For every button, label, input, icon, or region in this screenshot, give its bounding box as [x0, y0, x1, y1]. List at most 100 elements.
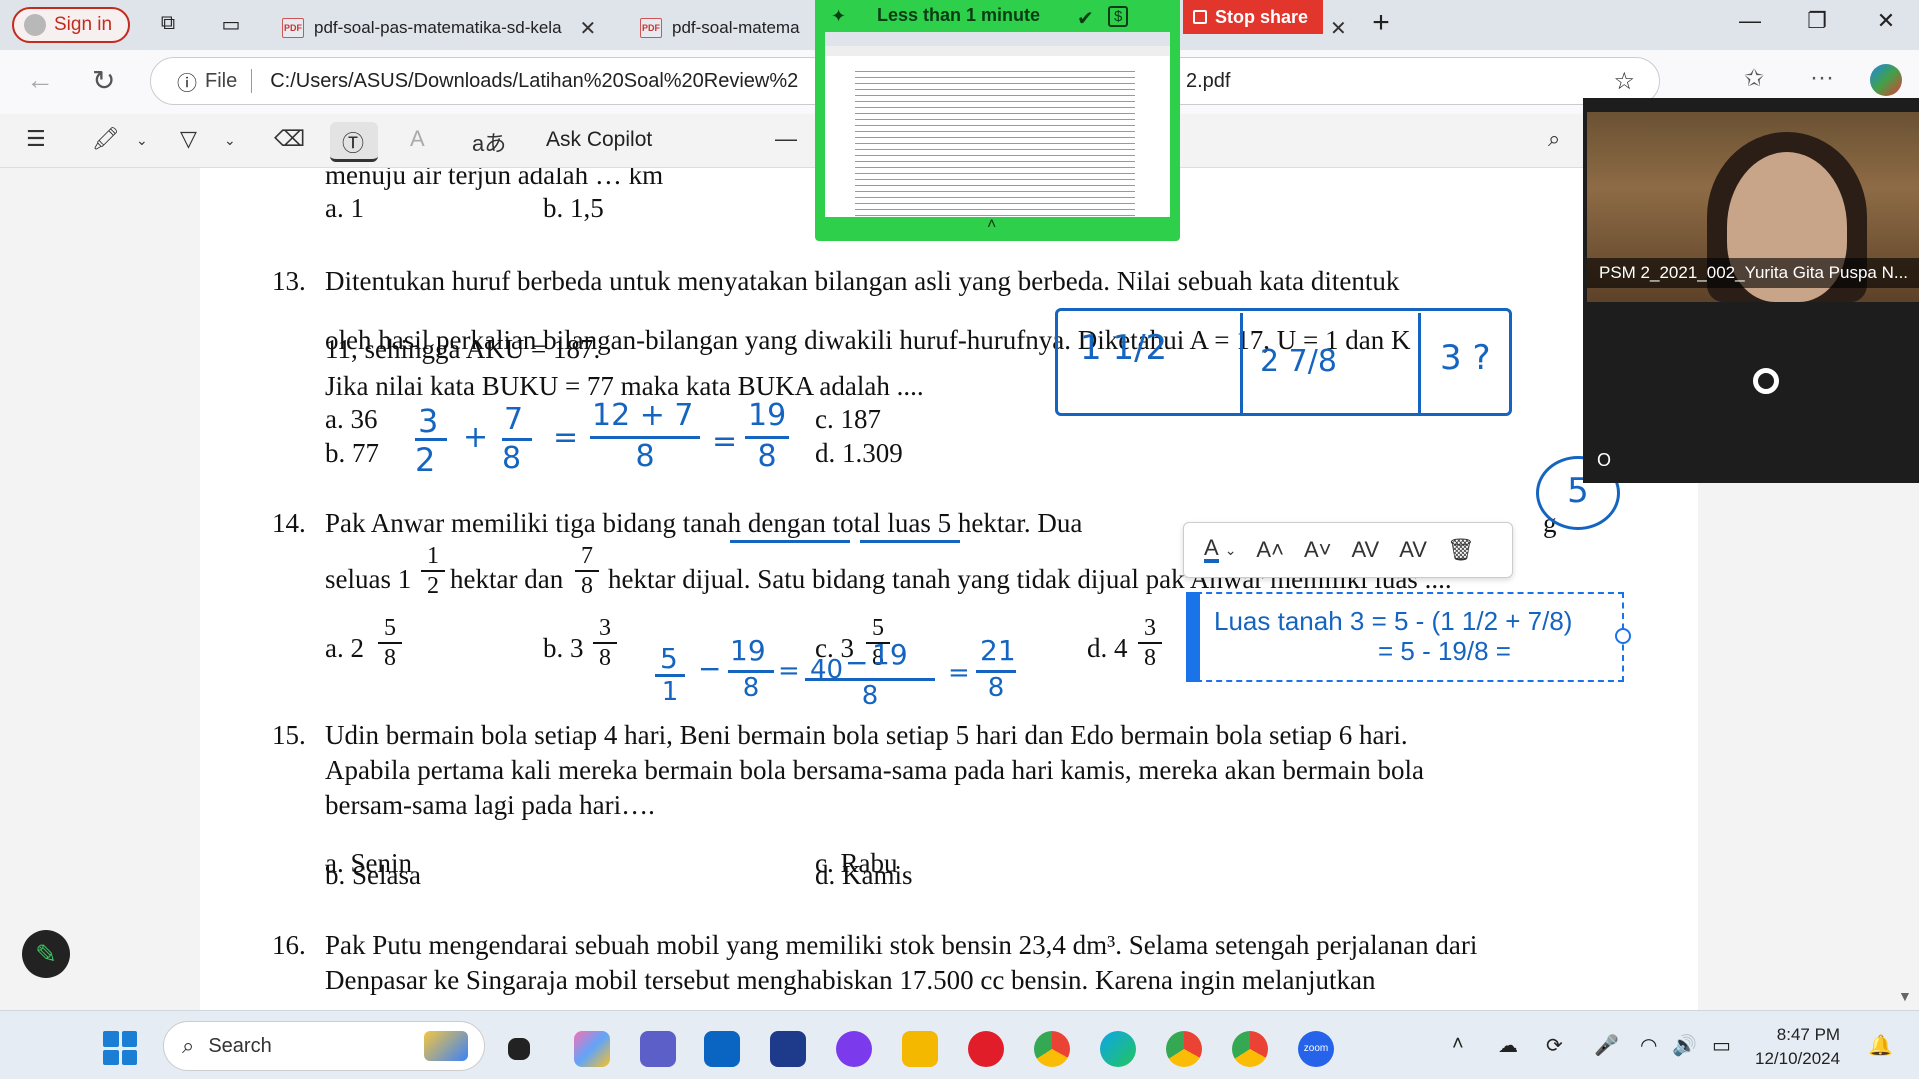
draw-icon[interactable]: ▽: [180, 126, 197, 152]
minimize-icon[interactable]: —: [1730, 8, 1770, 34]
eraser-icon[interactable]: ⌫: [274, 126, 305, 152]
q15-line2: Apabila pertama kali mereka bermain bola…: [325, 755, 1425, 785]
tab-pdf-1[interactable]: PDF pdf-soal-pas-matematika-sd-kela ✕: [270, 8, 620, 48]
taskview-icon[interactable]: [508, 1038, 530, 1060]
taskbar: ⌕ Search zoom ˄ ☁ ⟳ 🎤 ◠ 🔊 ▭ 8:47 PM 12/1…: [0, 1010, 1919, 1079]
textbox-line2[interactable]: = 5 - 19/8 =: [1378, 636, 1511, 667]
stop-share-button[interactable]: Stop share: [1183, 0, 1323, 34]
chevron-down-icon[interactable]: ⌄: [224, 132, 236, 149]
q14-option-a-fraction: 5 8: [378, 614, 402, 672]
workspaces-icon[interactable]: ⧉: [155, 12, 181, 36]
q15-line3: bersam-sama lagi pada hari….: [325, 790, 655, 820]
ink-q14-minus: −: [698, 652, 722, 685]
ink-q13-num-7: 7: [504, 402, 524, 437]
resize-handle[interactable]: [1615, 628, 1631, 644]
whiteboard-icon[interactable]: [770, 1031, 806, 1067]
ink-q14-eq2: =: [948, 658, 970, 688]
scroll-down-icon[interactable]: ▼: [1898, 988, 1912, 1004]
favorite-star-icon[interactable]: ☆: [1613, 67, 1635, 96]
opera-icon[interactable]: [968, 1031, 1004, 1067]
q13-option-b: b. 77: [325, 438, 379, 468]
info-icon[interactable]: ⓘ: [177, 67, 197, 96]
chrome-icon[interactable]: [1034, 1031, 1070, 1067]
edge-icon[interactable]: [1100, 1031, 1136, 1067]
more-menu-icon[interactable]: ···: [1810, 64, 1834, 92]
start-icon[interactable]: [103, 1031, 137, 1065]
speaker-icon[interactable]: 🔊: [1672, 1033, 1697, 1058]
microphone-icon[interactable]: 🎤: [1594, 1033, 1619, 1058]
chevron-down-icon[interactable]: ⌄: [1225, 542, 1237, 559]
prev-option-a: a. 1: [325, 193, 364, 223]
chrome-profile-k-icon[interactable]: [1166, 1031, 1202, 1067]
text-color-icon[interactable]: A: [1204, 537, 1219, 563]
ink-q13-eq2: =: [712, 424, 738, 459]
translate-icon[interactable]: aあ: [472, 126, 506, 158]
tab-actions-icon[interactable]: ▭: [218, 12, 244, 36]
pdf-file-icon: PDF: [282, 18, 304, 38]
contents-icon[interactable]: ☰: [26, 126, 46, 152]
pen-icon[interactable]: ✎: [22, 930, 70, 978]
ask-copilot-button[interactable]: Ask Copilot: [546, 128, 652, 152]
sign-in-button[interactable]: Sign in: [12, 7, 130, 43]
search-icon[interactable]: ⌕: [1548, 126, 1560, 152]
copilot-app-icon[interactable]: [574, 1031, 610, 1067]
participant-status-icon: [1753, 368, 1779, 394]
close-window-icon[interactable]: ✕: [1866, 8, 1906, 34]
search-icon: ⌕: [182, 1033, 195, 1058]
mini-addressbar: [825, 46, 1170, 56]
text-annotation-box[interactable]: Luas tanah 3 = 5 - (1 1/2 + 7/8) = 5 - 1…: [1186, 592, 1631, 682]
highlight-icon[interactable]: 🖍: [92, 126, 120, 152]
taskbar-search[interactable]: ⌕ Search: [163, 1021, 485, 1071]
chevron-down-icon[interactable]: ⌄: [136, 132, 148, 149]
file-explorer-icon[interactable]: [902, 1031, 938, 1067]
add-text-icon[interactable]: Ⓣ: [342, 126, 364, 158]
ink-q13-plus: +: [463, 420, 489, 455]
zoom-icon[interactable]: zoom: [1298, 1031, 1334, 1067]
q16-number: 16.: [272, 930, 306, 960]
textbox-line1[interactable]: Luas tanah 3 = 5 - (1 1/2 + 7/8): [1214, 606, 1572, 637]
decrease-spacing-icon[interactable]: AV: [1399, 537, 1427, 563]
chevron-up-icon[interactable]: ˄: [987, 216, 996, 234]
cloud-icon[interactable]: ☁: [1498, 1033, 1518, 1058]
stop-icon: [1193, 10, 1207, 24]
outlook-icon[interactable]: [704, 1031, 740, 1067]
close-tab-icon[interactable]: ✕: [580, 16, 597, 41]
teams-icon[interactable]: [640, 1031, 676, 1067]
zoom-out-icon[interactable]: —: [775, 126, 797, 152]
pdf-page: menuju air terjun adalah … km a. 1 b. 1,…: [200, 168, 1698, 1010]
clock[interactable]: 8:47 PM 12/10/2024: [1755, 1023, 1840, 1071]
restore-icon[interactable]: ❐: [1797, 8, 1837, 34]
increase-spacing-icon[interactable]: AV: [1351, 537, 1379, 563]
sync-icon[interactable]: ⟳: [1546, 1033, 1563, 1058]
tab-title: pdf-soal-pas-matematika-sd-kela: [314, 18, 562, 37]
denominator: 8: [575, 570, 599, 600]
ink-box-cell-1: 1 1/2: [1080, 328, 1168, 368]
wifi-icon[interactable]: ◠: [1640, 1033, 1657, 1058]
drag-handle[interactable]: [1186, 592, 1200, 682]
sign-in-label: Sign in: [54, 14, 113, 35]
new-tab-icon[interactable]: +: [1368, 6, 1394, 39]
numerator: 7: [581, 543, 593, 569]
delete-icon[interactable]: 🗑: [1447, 537, 1475, 563]
pin-icon[interactable]: ✦: [831, 6, 846, 27]
chevron-up-icon[interactable]: ˄: [1452, 1033, 1464, 1056]
pdf-file-icon: PDF: [640, 18, 662, 38]
app-icon[interactable]: [836, 1031, 872, 1067]
copilot-icon[interactable]: [1870, 64, 1902, 96]
notification-icon[interactable]: 🔔: [1868, 1033, 1893, 1058]
ink-q13-num-19: 19: [748, 398, 787, 433]
tab-pdf-2[interactable]: PDF pdf-soal-matema: [628, 8, 818, 48]
back-icon[interactable]: ←: [26, 64, 54, 96]
favorites-icon[interactable]: ✩: [1744, 64, 1764, 93]
ink-q14-den-8b: 8: [805, 678, 935, 711]
refresh-icon[interactable]: ↻: [92, 64, 115, 97]
q13-option-d: d. 1.309: [815, 438, 903, 468]
mini-tabbar: [825, 32, 1170, 46]
q14-line2-b: hektar dan: [450, 564, 564, 594]
increase-font-icon[interactable]: A˄: [1256, 537, 1284, 563]
decrease-font-icon[interactable]: A˅: [1304, 537, 1332, 563]
read-aloud-icon[interactable]: A: [410, 126, 425, 152]
battery-icon[interactable]: ▭: [1712, 1033, 1731, 1058]
chrome-profile-y-icon[interactable]: [1232, 1031, 1268, 1067]
q14-option-b-fraction: 3 8: [593, 614, 617, 672]
